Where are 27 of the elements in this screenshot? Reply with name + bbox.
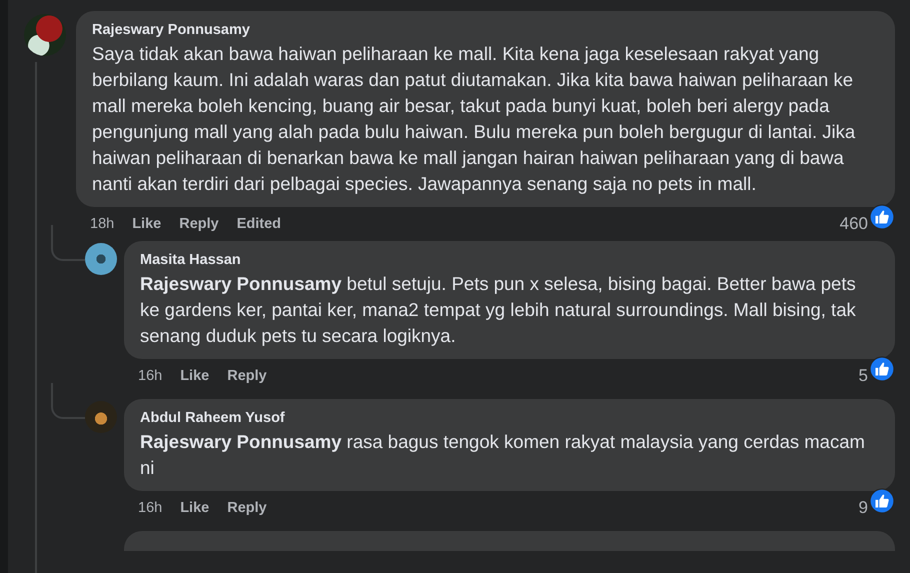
author-name[interactable]: Abdul Raheem Yusof [140, 410, 285, 426]
thumbs-up-icon [869, 356, 895, 382]
thumbs-up-icon [869, 488, 895, 514]
thread-connector [51, 225, 85, 261]
thread-connector [51, 383, 85, 419]
thumbs-up-icon [869, 204, 895, 230]
timestamp[interactable]: 16h [138, 368, 162, 384]
like-button[interactable]: Like [180, 500, 210, 516]
reaction-count[interactable]: 9 [858, 498, 868, 518]
author-name[interactable]: Rajeswary Ponnusamy [92, 22, 250, 38]
comment-text: Saya tidak akan bawa haiwan peliharaan ke mall. Kita kena jaga keselesaan rakyat yang berbilang kaum. Ini adalah waras dan patut diutamakan. Jika kita bawa haiwan peliharaan ke mall mereka boleh kencing, buang air besar, takut pada bunyi kuat, boleh beri alergy pada pengunjung mall yang alah pada bulu haiwan. Bulu mereka pun boleh bergugur di lantai. Jika haiwan peliharaan di benarkan bawa ke mall jangan hairan haiwan peliharaan yang di bawa nanti akan terdiri dari pelbagai species. Jawapannya senang saja no pets in mall. [92, 42, 856, 196]
like-button[interactable]: Like [132, 216, 162, 232]
reply-button[interactable]: Reply [227, 368, 267, 384]
avatar[interactable] [24, 14, 66, 56]
reply-button[interactable]: Reply [227, 500, 267, 516]
reaction-count[interactable]: 5 [858, 366, 868, 386]
timestamp[interactable]: 16h [138, 500, 162, 516]
reply-text: Rajeswary Ponnusamy betul setuju. Pets pun x selesa, bising bagai. Better bawa pets ke gardens ker, pantai ker, mana2 tempat yg lebih natural surroundings. Mall bising, tak senang duduk pets tu secara logiknya. [140, 272, 857, 348]
avatar[interactable] [85, 401, 117, 433]
timestamp[interactable]: 18h [90, 216, 114, 232]
avatar[interactable] [85, 243, 117, 275]
reaction-count[interactable]: 460 [840, 214, 868, 234]
like-button[interactable]: Like [180, 368, 210, 384]
reply-text: Rajeswary Ponnusamy rasa bagus tengok komen rakyat malaysia yang cerdas macam ni [140, 430, 866, 480]
reply-button[interactable]: Reply [179, 216, 219, 232]
edited-label: Edited [236, 216, 282, 232]
author-name[interactable]: Masita Hassan [140, 252, 241, 268]
